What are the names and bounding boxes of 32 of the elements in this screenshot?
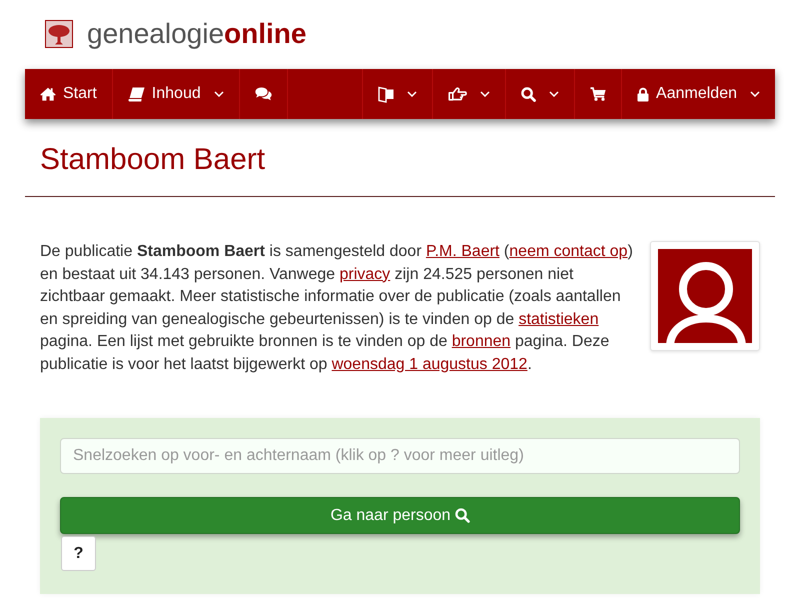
- nav-item[interactable]: Aanmelden: [622, 69, 775, 119]
- book-icon: [128, 86, 145, 102]
- caret-icon: [214, 91, 224, 97]
- caret-icon: [750, 91, 760, 97]
- site-logo-text[interactable]: genealogieonline: [87, 18, 306, 50]
- inline-link[interactable]: statistieken: [518, 310, 599, 328]
- lock-icon: [637, 86, 650, 102]
- home-icon: [40, 87, 56, 101]
- inline-link[interactable]: P.M. Baert: [426, 243, 500, 260]
- caret-icon: [480, 91, 490, 97]
- search-input[interactable]: Snelzoeken op voor- en achternaam (klik op ? voor meer uitleg): [60, 438, 740, 474]
- page-title: Stamboom Baert: [39, 142, 266, 178]
- cart-icon: [590, 87, 606, 101]
- search-icon: [521, 86, 536, 102]
- nav-item[interactable]: [362, 69, 434, 119]
- tree-logo-icon[interactable]: [45, 20, 73, 48]
- intro-paragraph: De publicatie Stamboom Baert is samengesteld door P.M. Baert (neem contact op) en bestaat uit 34.143 personen. Vanwege privacy zijn 24.525 personen niet zichtbaar gemaakt. Meer statistische informatie over de publicatie (zoals aantallen en spreiding van genealogische gebeurtenissen) is te vinden op de statistieken pagina. Een lijst met gebruikte bronnen is te vinden op de bronnen pagina. Deze publicatie is voor het laatst bijgewerkt op woensdag 1 augustus 2012.: [40, 242, 634, 374]
- nav-item[interactable]: Inhoud: [112, 69, 240, 119]
- pointing-hand-icon: [448, 87, 468, 101]
- help-button[interactable]: ?: [61, 536, 96, 571]
- go-to-person-button[interactable]: Ga naar persoon: [60, 497, 740, 534]
- inline-link[interactable]: woensdag 1 augustus 2012: [332, 356, 528, 372]
- nav-item[interactable]: Start: [25, 69, 113, 119]
- search-icon: [454, 508, 470, 523]
- caret-icon: [549, 91, 560, 97]
- inline-link[interactable]: privacy: [339, 266, 390, 282]
- chat-icon: [254, 87, 272, 101]
- pages-icon: [378, 86, 394, 102]
- caret-icon: [407, 91, 418, 97]
- inline-link[interactable]: bronnen: [452, 333, 511, 350]
- user-avatar-icon: [658, 249, 752, 343]
- inline-link[interactable]: neem contact op: [509, 243, 628, 260]
